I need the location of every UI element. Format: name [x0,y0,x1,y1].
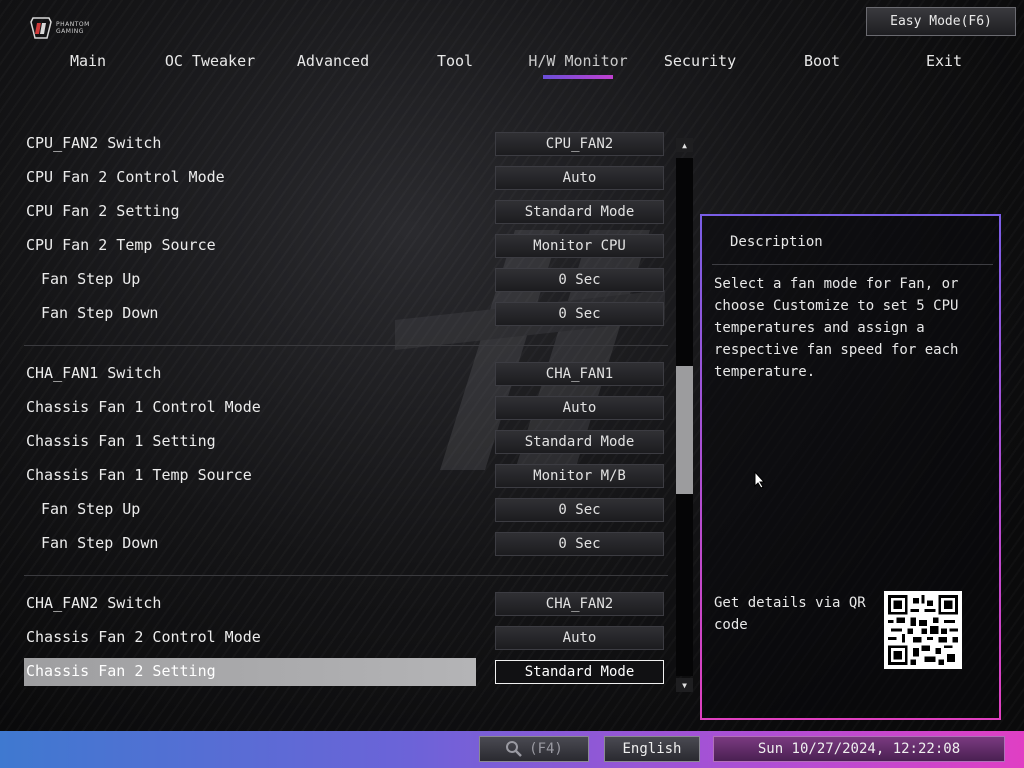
setting-label: Fan Step Down [41,534,159,552]
setting-row[interactable]: Fan Step Up 0 Sec [24,496,664,524]
logo-text: PHANTOM GAMING [56,21,90,35]
bottom-bar: (F4) English Sun 10/27/2024, 12:22:08 [0,731,1024,768]
tab-boot[interactable]: Boot [762,50,882,80]
setting-label: Chassis Fan 1 Temp Source [26,466,252,484]
setting-label: Chassis Fan 2 Control Mode [26,628,261,646]
setting-value-button[interactable]: Monitor M/B [495,464,664,488]
tab-tool[interactable]: Tool [395,50,515,80]
tab-security[interactable]: Security [640,50,760,80]
setting-label: Fan Step Down [41,304,159,322]
easy-mode-button[interactable]: Easy Mode(F6) [866,7,1016,36]
setting-label: CPU_FAN2 Switch [26,134,162,152]
setting-label: Chassis Fan 1 Setting [26,432,216,450]
logo-text-line2: GAMING [56,28,84,35]
setting-row-selected[interactable]: Chassis Fan 2 Setting Standard Mode [24,658,664,686]
setting-value-button[interactable]: CPU_FAN2 [495,132,664,156]
setting-value-button[interactable]: Auto [495,396,664,420]
description-divider [712,264,993,265]
setting-value-button[interactable]: Auto [495,626,664,650]
setting-value-button[interactable]: CHA_FAN2 [495,592,664,616]
setting-row[interactable]: Fan Step Down 0 Sec [24,530,664,558]
setting-label: CPU Fan 2 Temp Source [26,236,216,254]
setting-value-button[interactable]: 0 Sec [495,302,664,326]
setting-value-button[interactable]: CHA_FAN1 [495,362,664,386]
section-divider [24,345,668,346]
setting-value-button[interactable]: Standard Mode [495,430,664,454]
setting-row[interactable]: Chassis Fan 1 Control Mode Auto [24,394,664,422]
qr-label: Get details via QR code [714,595,866,633]
setting-label: CPU Fan 2 Control Mode [26,168,225,186]
setting-value-button[interactable]: 0 Sec [495,498,664,522]
phantom-gaming-logo-icon [30,17,52,39]
setting-row[interactable]: Chassis Fan 1 Setting Standard Mode [24,428,664,456]
setting-label: Chassis Fan 1 Control Mode [26,398,261,416]
description-title: Description [730,234,823,250]
main-tabs: Main OC Tweaker Advanced Tool H/W Monito… [28,50,988,82]
setting-row[interactable]: Chassis Fan 1 Temp Source Monitor M/B [24,462,664,490]
setting-label: CHA_FAN1 Switch [26,364,162,382]
search-button[interactable]: (F4) [479,736,589,762]
setting-label: Fan Step Up [41,500,141,518]
scroll-up-icon[interactable]: ▲ [676,138,693,152]
setting-row[interactable]: CHA_FAN2 Switch CHA_FAN2 [24,590,664,618]
tab-main[interactable]: Main [28,50,148,80]
qr-code-icon [884,591,962,669]
setting-row[interactable]: CPU Fan 2 Setting Standard Mode [24,198,664,226]
scrollbar-thumb[interactable] [676,366,693,494]
scroll-down-icon[interactable]: ▼ [676,678,693,692]
tab-hw-monitor[interactable]: H/W Monitor [518,50,638,80]
section-divider [24,575,668,576]
bios-screen: PHANTOM GAMING Easy Mode(F6) Main OC Twe… [0,0,1024,768]
setting-label: CHA_FAN2 Switch [26,594,162,612]
setting-value-button[interactable]: Monitor CPU [495,234,664,258]
setting-value-button[interactable]: 0 Sec [495,532,664,556]
setting-value-button[interactable]: 0 Sec [495,268,664,292]
search-icon [506,741,523,757]
setting-value-button[interactable]: Auto [495,166,664,190]
setting-row[interactable]: CPU Fan 2 Control Mode Auto [24,164,664,192]
datetime-display: Sun 10/27/2024, 12:22:08 [713,736,1005,762]
setting-row[interactable]: CHA_FAN1 Switch CHA_FAN1 [24,360,664,388]
setting-row[interactable]: Fan Step Up 0 Sec [24,266,664,294]
setting-label: Fan Step Up [41,270,141,288]
setting-row[interactable]: CPU Fan 2 Temp Source Monitor CPU [24,232,664,260]
setting-row[interactable]: Fan Step Down 0 Sec [24,300,664,328]
logo-text-line1: PHANTOM [56,21,90,28]
description-text: Select a fan mode for Fan, or choose Cus… [714,276,959,380]
brand-logo: PHANTOM GAMING [30,16,90,40]
description-panel: Description Select a fan mode for Fan, o… [700,214,1001,720]
setting-value-button[interactable]: Standard Mode [495,660,664,684]
tab-exit[interactable]: Exit [884,50,1004,80]
setting-label: CPU Fan 2 Setting [26,202,180,220]
setting-value-button[interactable]: Standard Mode [495,200,664,224]
setting-label: Chassis Fan 2 Setting [26,662,216,680]
tab-oc-tweaker[interactable]: OC Tweaker [150,50,270,80]
language-button[interactable]: English [604,736,700,762]
setting-row[interactable]: CPU_FAN2 Switch CPU_FAN2 [24,130,664,158]
tab-advanced[interactable]: Advanced [273,50,393,80]
search-key-label: (F4) [529,741,563,757]
setting-row[interactable]: Chassis Fan 2 Control Mode Auto [24,624,664,652]
mouse-cursor-icon [754,471,766,489]
